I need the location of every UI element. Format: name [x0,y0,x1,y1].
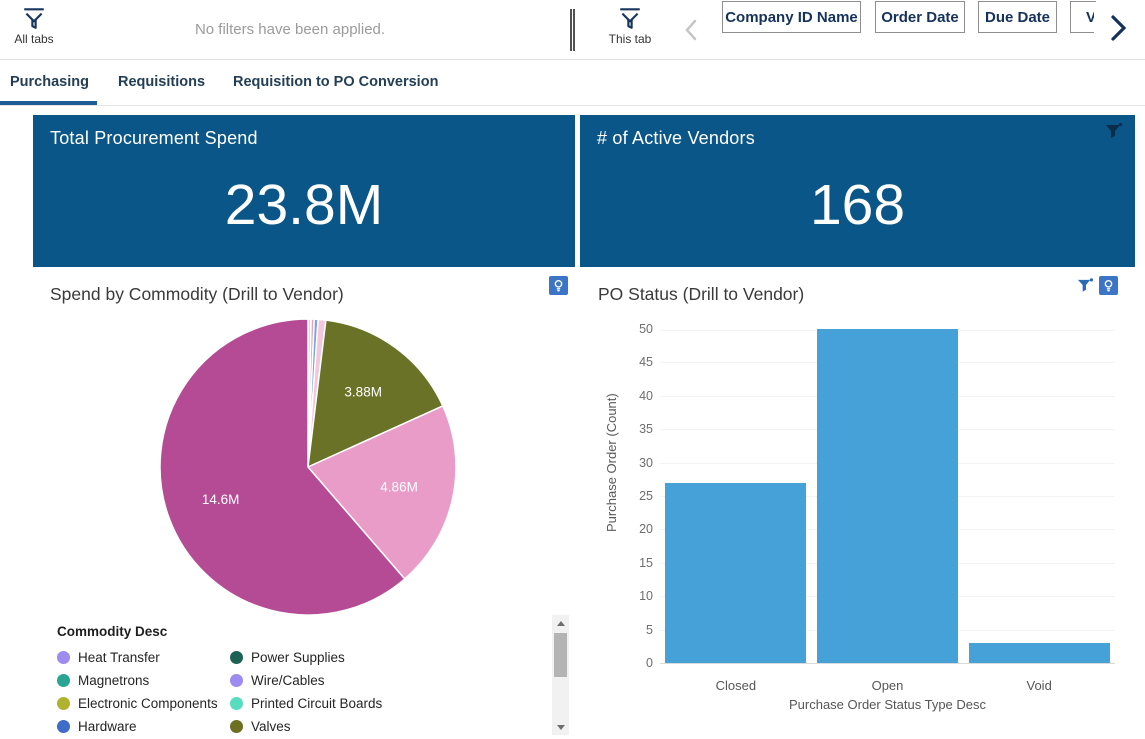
legend-color-dot [57,651,70,664]
panel-splitter-handle[interactable] [570,9,575,51]
legend-item[interactable]: Wire/Cables [230,669,430,692]
all-tabs-label: All tabs [6,32,62,46]
legend-item[interactable]: Heat Transfer [57,646,230,669]
filter-chip-clipped[interactable]: V [1070,1,1096,33]
x-tick-label: Closed [660,678,812,693]
filter-bar: All tabs No filters have been applied. T… [0,0,1145,60]
legend-item-label: Heat Transfer [78,650,160,665]
pie-chart-title: Spend by Commodity (Drill to Vendor) [50,284,344,305]
scroll-chips-left-button[interactable] [680,17,704,48]
filter-chip-company-id-name[interactable]: Company ID Name [722,1,861,33]
kpi-title: Total Procurement Spend [50,128,258,149]
tab-requisition-to-po-conversion[interactable]: Requisition to PO Conversion [233,60,438,105]
scroll-up-arrow[interactable] [552,615,569,631]
y-tick-label: 25 [615,489,653,503]
chevron-right-icon [1105,13,1131,43]
active-tab-indicator [0,101,97,105]
y-tick-label: 10 [615,589,653,603]
tab-purchasing[interactable]: Purchasing [10,60,89,105]
pie-slice-label: 3.88M [344,384,382,399]
all-tabs-filter-button[interactable]: All tabs [6,5,62,46]
applied-filter-icon[interactable] [1105,122,1123,145]
no-filters-message: No filters have been applied. [110,0,470,58]
legend-item[interactable]: Power Supplies [230,646,430,669]
filter-funnel-icon [21,5,47,31]
filter-funnel-icon [617,5,643,31]
legend-color-dot [230,674,243,687]
bar-open[interactable] [817,329,958,663]
x-tick-label: Void [963,678,1115,693]
po-status-bar-chart: 05101520253035404550ClosedOpenVoid [660,330,1115,664]
legend-item[interactable]: Electronic Components [57,692,230,715]
legend-item-label: Magnetrons [78,673,149,688]
filter-chip-due-date[interactable]: Due Date [978,1,1057,33]
legend-color-dot [57,697,70,710]
legend-scrollbar[interactable] [552,615,569,735]
bar-chart-title: PO Status (Drill to Vendor) [598,284,804,305]
legend-item[interactable]: Hardware [57,715,230,738]
kpi-value: 23.8M [33,175,575,235]
legend-item-label: Printed Circuit Boards [251,696,382,711]
y-tick-label: 40 [615,389,653,403]
scroll-down-arrow[interactable] [552,719,569,735]
y-tick-label: 5 [615,623,653,637]
kpi-title: # of Active Vendors [597,128,755,149]
kpi-value: 168 [580,175,1135,235]
scroll-chips-right-button[interactable] [1094,6,1142,50]
legend-item[interactable]: Printed Circuit Boards [230,692,430,715]
local-filter-icon[interactable] [1077,277,1094,299]
pie-slice-label: 4.86M [380,480,418,495]
kpi-card-active-vendors[interactable]: # of Active Vendors 168 [580,115,1135,267]
dashboard-page: All tabs No filters have been applied. T… [0,0,1145,739]
legend-color-dot [230,720,243,733]
scrollbar-thumb[interactable] [554,633,567,677]
this-tab-filter-button[interactable]: This tab [602,5,658,46]
legend-item-label: Wire/Cables [251,673,325,688]
y-tick-label: 35 [615,422,653,436]
y-tick-label: 0 [615,656,653,670]
lightbulb-icon [1102,279,1115,292]
y-tick-label: 30 [615,456,653,470]
legend-color-dot [57,674,70,687]
kpi-card-total-procurement-spend[interactable]: Total Procurement Spend 23.8M [33,115,575,267]
insight-badge-button[interactable] [1099,276,1118,295]
y-tick-label: 50 [615,322,653,336]
legend-item-label: Valves [251,719,291,734]
pie-legend: Heat Transfer Magnetrons Electronic Compon… [57,646,430,738]
spend-by-commodity-pie-chart: 3.88M 4.86M 14.6M [158,317,458,617]
y-tick-label: 20 [615,522,653,536]
legend-title: Commodity Desc [57,624,167,639]
legend-color-dot [230,697,243,710]
gridline [660,663,1115,664]
chevron-left-icon [680,17,704,43]
y-tick-label: 45 [615,355,653,369]
y-tick-label: 15 [615,556,653,570]
filter-chip-order-date[interactable]: Order Date [875,1,965,33]
x-tick-label: Open [812,678,964,693]
tab-requisitions[interactable]: Requisitions [118,60,205,105]
tab-bar: Purchasing Requisitions Requisition to P… [0,60,1145,106]
insight-badge-button[interactable] [549,276,568,295]
this-tab-label: This tab [602,32,658,46]
legend-item-label: Hardware [78,719,137,734]
lightbulb-icon [552,279,565,292]
legend-item-label: Electronic Components [78,696,218,711]
bar-closed[interactable] [665,483,806,663]
legend-color-dot [230,651,243,664]
bar-void[interactable] [969,643,1110,663]
legend-item-label: Power Supplies [251,650,345,665]
legend-item[interactable]: Magnetrons [57,669,230,692]
legend-color-dot [57,720,70,733]
pie-slice-label: 14.6M [202,492,240,507]
bar-x-axis-title: Purchase Order Status Type Desc [660,697,1115,712]
legend-item[interactable]: Valves [230,715,430,738]
